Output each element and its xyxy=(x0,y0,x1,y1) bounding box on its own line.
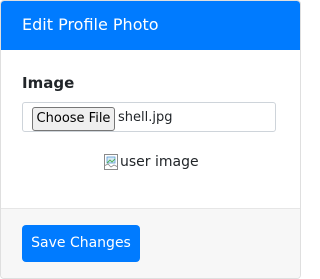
card-footer: Save Changes xyxy=(1,208,300,278)
edit-profile-photo-card: Edit Profile Photo Image Choose File she… xyxy=(0,0,301,279)
card-header: Edit Profile Photo xyxy=(1,1,300,50)
file-input[interactable]: Choose File shell.jpg xyxy=(22,102,276,132)
user-image: user image xyxy=(104,152,199,172)
image-label: Image xyxy=(22,74,75,92)
broken-image-icon xyxy=(104,154,118,170)
save-changes-button[interactable]: Save Changes xyxy=(22,225,140,262)
choose-file-button[interactable]: Choose File xyxy=(32,107,115,131)
user-image-alt-text: user image xyxy=(120,154,199,170)
card-title: Edit Profile Photo xyxy=(22,15,159,34)
selected-file-name: shell.jpg xyxy=(118,110,173,125)
